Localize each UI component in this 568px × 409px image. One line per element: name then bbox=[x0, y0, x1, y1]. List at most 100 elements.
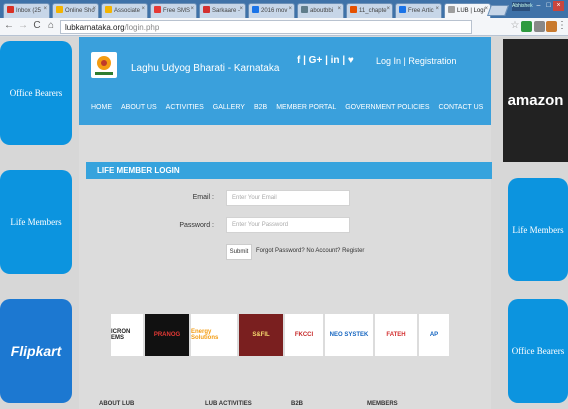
sidebar-office-bearers[interactable]: Office Bearers bbox=[0, 41, 72, 145]
sponsor-logo[interactable]: FKCCI bbox=[285, 314, 323, 356]
tab-label: aboutbbi bbox=[310, 8, 334, 14]
new-tab-button[interactable] bbox=[486, 5, 510, 16]
sidebar-label: Life Members bbox=[10, 217, 62, 227]
password-field[interactable]: Enter Your Password bbox=[226, 217, 350, 233]
sidebar-life-members[interactable]: Life Members bbox=[0, 170, 72, 274]
bookmark-star-icon[interactable]: ☆ bbox=[509, 20, 521, 31]
tab-label: 2016 mov bbox=[261, 8, 288, 14]
site-logo[interactable] bbox=[91, 52, 117, 78]
footer: ABOUT LUB LUB ACTIVITIES B2B MEMBERS bbox=[79, 399, 491, 409]
close-tab-icon[interactable]: × bbox=[337, 6, 341, 12]
register-link[interactable]: No Account? Register bbox=[306, 248, 364, 254]
home-icon[interactable]: ⌂ bbox=[45, 20, 57, 31]
browser-tab[interactable]: Free Artic × bbox=[395, 3, 442, 18]
close-tab-icon[interactable]: × bbox=[435, 6, 439, 12]
browser-tab[interactable]: Online Sho × bbox=[52, 3, 99, 18]
close-tab-icon[interactable]: × bbox=[239, 6, 243, 12]
web-page: Office Bearers Life Members Flipkart ama… bbox=[0, 37, 568, 409]
sponsor-logo[interactable]: S&FIL bbox=[239, 314, 283, 356]
nav-item[interactable]: ACTIVITIES bbox=[166, 104, 204, 111]
sidebar-life-members[interactable]: Life Members bbox=[508, 178, 568, 281]
sponsor-logo[interactable]: NEO SYSTEK bbox=[325, 314, 373, 356]
nav-item[interactable]: CONTACT US bbox=[439, 104, 484, 111]
extension-icon[interactable] bbox=[534, 21, 545, 32]
sponsor-logo[interactable]: AP bbox=[419, 314, 449, 356]
logo-emblem-icon bbox=[95, 56, 113, 75]
flipkart-label: Flipkart bbox=[10, 343, 62, 359]
close-tab-icon[interactable]: × bbox=[141, 6, 145, 12]
nav-item[interactable]: MEMBER PORTAL bbox=[276, 104, 336, 111]
address-bar[interactable]: lubkarnataka.org/login.php bbox=[60, 20, 472, 34]
main-navigation: HOME ABOUT US ACTIVITIES GALLERY B2B MEMBER P… bbox=[91, 104, 492, 111]
account-links: Forgot Password? No Account? Register bbox=[256, 248, 364, 254]
footer-heading[interactable]: LUB ACTIVITIES bbox=[205, 401, 252, 407]
forward-icon[interactable]: → bbox=[17, 20, 29, 31]
nav-item[interactable]: HOME bbox=[91, 104, 112, 111]
sponsor-logo[interactable]: ICRON EMS bbox=[111, 314, 143, 356]
browser-tab[interactable]: Sarkaare - × bbox=[199, 3, 246, 18]
tab-label: Online Sho bbox=[65, 8, 95, 14]
favicon-icon bbox=[448, 6, 455, 13]
footer-heading[interactable]: MEMBERS bbox=[367, 401, 398, 407]
footer-heading[interactable]: B2B bbox=[291, 401, 303, 407]
favicon-icon bbox=[7, 6, 14, 13]
site-header: Laghu Udyog Bharati - Karnataka f | G+ |… bbox=[79, 37, 491, 125]
menu-icon[interactable]: ⋮ bbox=[556, 20, 568, 31]
tab-label: Sarkaare - bbox=[212, 8, 241, 14]
main-content: Laghu Udyog Bharati - Karnataka f | G+ |… bbox=[79, 37, 492, 409]
close-tab-icon[interactable]: × bbox=[92, 6, 96, 12]
tab-label: Free Artic bbox=[408, 8, 434, 14]
sponsor-logo[interactable]: FATEH bbox=[375, 314, 417, 356]
profile-badge[interactable]: Abhishek bbox=[512, 2, 533, 11]
social-links[interactable]: f | G+ | in | ♥ bbox=[297, 55, 354, 66]
forgot-password-link[interactable]: Forgot Password? bbox=[256, 248, 305, 254]
browser-tab[interactable]: Associate × bbox=[101, 3, 148, 18]
close-tab-icon[interactable]: × bbox=[43, 6, 47, 12]
nav-item[interactable]: GALLERY bbox=[213, 104, 245, 111]
footer-heading[interactable]: ABOUT LUB bbox=[99, 401, 134, 407]
sidebar-office-bearers[interactable]: Office Bearers bbox=[508, 299, 568, 403]
favicon-icon bbox=[154, 6, 161, 13]
auth-links: Log In | Registration bbox=[376, 56, 456, 66]
favicon-icon bbox=[399, 6, 406, 13]
sidebar-label: Office Bearers bbox=[9, 88, 63, 98]
browser-tab[interactable]: 2016 mov × bbox=[248, 3, 295, 18]
login-link[interactable]: Log In bbox=[376, 56, 401, 66]
tab-label: 11_chapte bbox=[359, 8, 387, 14]
close-tab-icon[interactable]: × bbox=[386, 6, 390, 12]
email-field[interactable]: Enter Your Email bbox=[226, 190, 350, 206]
flipkart-banner[interactable]: Flipkart bbox=[0, 299, 72, 403]
email-label: Email : bbox=[192, 194, 214, 201]
nav-item[interactable]: B2B bbox=[254, 104, 267, 111]
tab-label: LUB | Logi bbox=[457, 8, 485, 14]
close-tab-icon[interactable]: × bbox=[190, 6, 194, 12]
favicon-icon bbox=[56, 6, 63, 13]
nav-item[interactable]: GOVERNMENT POLICIES bbox=[345, 104, 429, 111]
submit-button[interactable]: Submit bbox=[226, 244, 252, 260]
registration-link[interactable]: Registration bbox=[408, 56, 456, 66]
nav-item[interactable]: ABOUT US bbox=[121, 104, 157, 111]
amazon-label: amazon bbox=[507, 92, 564, 109]
browser-tab-strip: Inbox (25 × Online Sho × Associate × Free SMS ×… bbox=[0, 0, 568, 18]
browser-tab[interactable]: LUB | Logi × bbox=[444, 3, 491, 18]
reload-icon[interactable]: C bbox=[31, 20, 43, 31]
sidebar-label: Office Bearers bbox=[511, 346, 565, 356]
sponsor-logo[interactable]: PRANOG bbox=[145, 314, 189, 356]
sponsor-logo[interactable]: Energy Solutions bbox=[191, 314, 237, 356]
browser-tab[interactable]: 11_chapte × bbox=[346, 3, 393, 18]
extension-icon[interactable] bbox=[521, 21, 532, 32]
browser-tab[interactable]: Free SMS × bbox=[150, 3, 197, 18]
close-window-icon[interactable]: × bbox=[553, 1, 564, 11]
favicon-icon bbox=[350, 6, 357, 13]
tab-label: Free SMS bbox=[163, 8, 191, 14]
browser-tab[interactable]: aboutbbi × bbox=[297, 3, 344, 18]
close-tab-icon[interactable]: × bbox=[288, 6, 292, 12]
amazon-banner[interactable]: amazon bbox=[503, 39, 568, 162]
sidebar-label: Life Members bbox=[512, 224, 564, 235]
browser-tab[interactable]: Inbox (25 × bbox=[3, 3, 50, 18]
login-section-header: LIFE MEMBER LOGIN bbox=[86, 162, 492, 179]
back-icon[interactable]: ← bbox=[3, 20, 15, 31]
site-title[interactable]: Laghu Udyog Bharati - Karnataka bbox=[131, 63, 279, 74]
url-path: /login.php bbox=[124, 23, 160, 32]
favicon-icon bbox=[301, 6, 308, 13]
